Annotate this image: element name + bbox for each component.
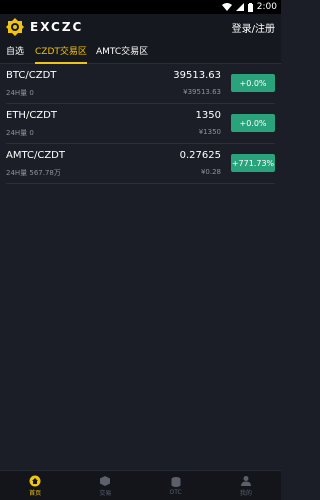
wifi-icon [221, 3, 232, 11]
pair-name: BTC/CZDT [6, 70, 57, 81]
market-row-btc[interactable]: BTC/CZDT 24H量 0 39513.63 ¥39513.63 +0.0% [6, 64, 275, 104]
nav-home[interactable]: 首页 [0, 471, 70, 500]
home-icon [29, 475, 41, 486]
battery-icon [247, 2, 253, 12]
cny-price: ¥1350 [198, 128, 221, 136]
last-price: 0.27625 [179, 150, 221, 161]
tab-amtc-zone[interactable]: AMTC交易区 [96, 44, 148, 64]
otc-icon [171, 476, 181, 487]
nav-otc[interactable]: OTC [141, 471, 211, 500]
pair-name: ETH/CZDT [6, 110, 57, 121]
cny-price: ¥0.28 [200, 168, 221, 176]
change-badge: +0.0% [231, 74, 275, 92]
volume-24h: 24H量 567.78万 [6, 169, 61, 177]
pair-name: AMTC/CZDT [6, 150, 65, 161]
last-price: 1350 [195, 110, 221, 121]
status-time: 2:00 [256, 2, 277, 12]
nav-otc-label: OTC [169, 488, 182, 496]
change-badge: +0.0% [231, 114, 275, 132]
market-list: BTC/CZDT 24H量 0 39513.63 ¥39513.63 +0.0%… [0, 64, 281, 184]
volume-24h: 24H量 0 [6, 129, 34, 137]
app-header: EXCZC 登录/注册 [0, 14, 281, 40]
market-row-eth[interactable]: ETH/CZDT 24H量 0 1350 ¥1350 +0.0% [6, 104, 275, 144]
bottom-nav: 首页 交易 OTC 我的 [0, 470, 281, 500]
login-register-link[interactable]: 登录/注册 [232, 20, 275, 35]
trade-icon [100, 475, 111, 486]
nav-trade[interactable]: 交易 [70, 471, 140, 500]
change-badge: +771.73% [231, 154, 275, 172]
signal-icon [235, 3, 244, 11]
nav-profile[interactable]: 我的 [211, 471, 281, 500]
app-title: EXCZC [30, 20, 84, 34]
volume-24h: 24H量 0 [6, 89, 34, 97]
tab-favorites[interactable]: 自选 [6, 44, 24, 64]
profile-icon [240, 475, 251, 486]
nav-trade-label: 交易 [99, 489, 112, 497]
app-screen: 2:00 EXCZC 登录/注册 自选 CZDT交易区 AMTC交易区 BTC/… [0, 0, 281, 500]
nav-home-label: 首页 [29, 489, 42, 497]
market-row-amtc[interactable]: AMTC/CZDT 24H量 567.78万 0.27625 ¥0.28 +77… [6, 144, 275, 184]
cny-price: ¥39513.63 [183, 88, 221, 96]
logo-icon [6, 18, 24, 36]
nav-profile-label: 我的 [239, 489, 252, 497]
market-tabs: 自选 CZDT交易区 AMTC交易区 [0, 40, 281, 64]
status-bar: 2:00 [0, 0, 281, 14]
last-price: 39513.63 [173, 70, 221, 81]
tab-czdt-zone[interactable]: CZDT交易区 [35, 44, 87, 64]
